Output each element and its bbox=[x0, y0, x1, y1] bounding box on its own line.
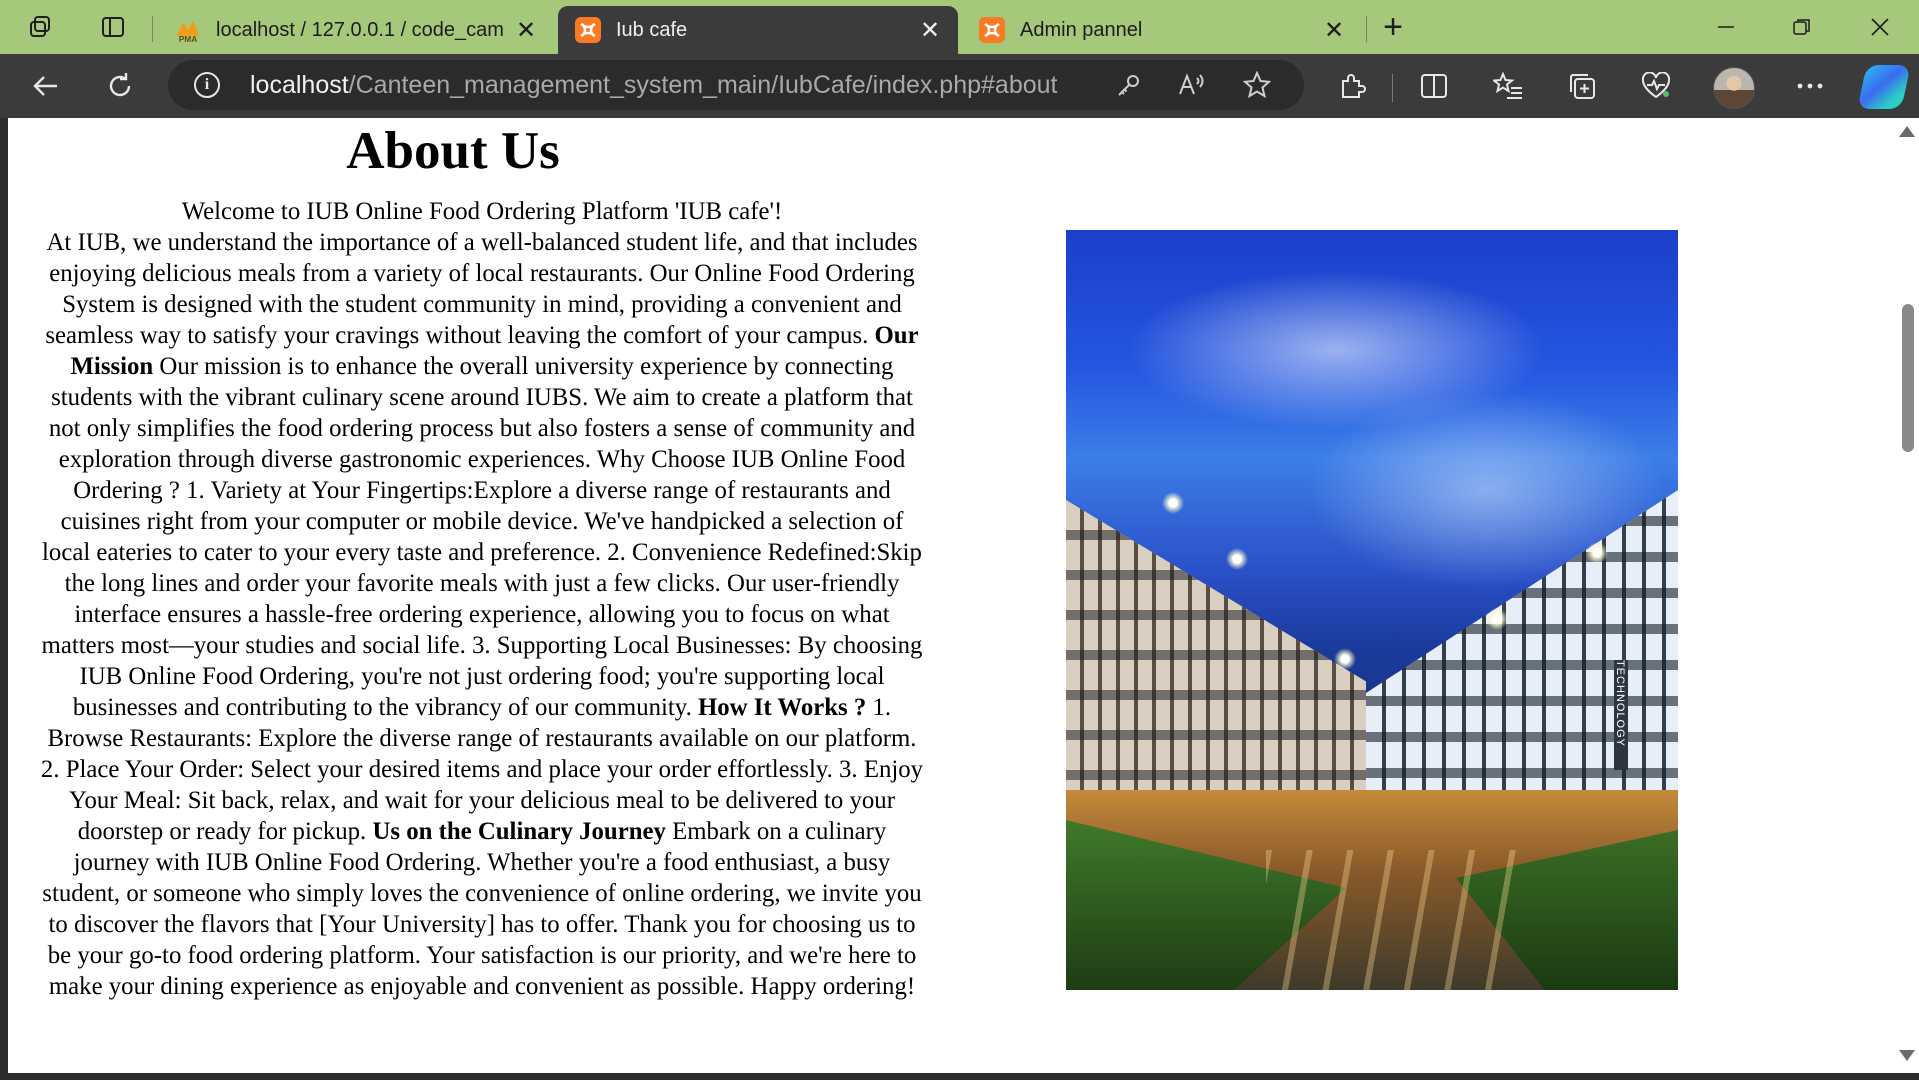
xampp-icon bbox=[978, 16, 1006, 44]
refresh-icon[interactable] bbox=[102, 68, 138, 104]
image-lamp bbox=[1586, 542, 1608, 564]
how-it-works-heading: How It Works ? bbox=[697, 694, 867, 721]
about-text: Welcome to IUB Online Food Ordering Plat… bbox=[38, 196, 926, 1002]
favorites-list-icon[interactable] bbox=[1490, 68, 1526, 104]
tab-title: Iub cafe bbox=[616, 18, 688, 41]
workspaces-icon[interactable] bbox=[26, 12, 56, 42]
xampp-icon bbox=[574, 16, 602, 44]
url-text[interactable]: localhost/Canteen_management_system_main… bbox=[250, 71, 1057, 100]
toolbar-divider bbox=[1392, 74, 1393, 102]
image-lamp bbox=[1226, 548, 1248, 570]
image-building-sign-text: TECHNOLOGY bbox=[1614, 660, 1626, 748]
image-lamp bbox=[1334, 648, 1356, 670]
tab-strip: PMA localhost / 127.0.0.1 / code_camp ✕ … bbox=[0, 0, 1919, 54]
tab-title: localhost / 127.0.0.1 / code_camp bbox=[216, 18, 504, 41]
site-info-icon[interactable]: i bbox=[194, 72, 220, 98]
about-intro: Welcome to IUB Online Food Ordering Plat… bbox=[181, 198, 783, 225]
back-arrow-icon[interactable] bbox=[28, 68, 64, 104]
tab-phpmyadmin[interactable]: PMA localhost / 127.0.0.1 / code_camp ✕ bbox=[158, 6, 554, 54]
scrollbar-thumb[interactable] bbox=[1902, 304, 1914, 452]
browser-essentials-icon[interactable] bbox=[1638, 68, 1674, 104]
phpmyadmin-favicon-label: PMA bbox=[179, 34, 198, 44]
close-tab-icon[interactable]: ✕ bbox=[1322, 17, 1346, 44]
image-lamp bbox=[1162, 492, 1184, 514]
split-screen-icon[interactable] bbox=[1416, 68, 1452, 104]
image-tiles bbox=[1266, 850, 1526, 990]
favorite-star-icon[interactable] bbox=[1240, 68, 1274, 102]
tab-admin-pannel[interactable]: Admin pannel ✕ bbox=[962, 6, 1362, 54]
minimize-icon[interactable] bbox=[1706, 8, 1746, 46]
page-viewport: About Us Welcome to IUB Online Food Orde… bbox=[8, 118, 1919, 1073]
page-scrollbar[interactable] bbox=[1897, 118, 1919, 1073]
read-aloud-icon[interactable] bbox=[1176, 68, 1210, 102]
address-bar[interactable]: i localhost/Canteen_management_system_ma… bbox=[168, 60, 1304, 110]
password-key-icon[interactable] bbox=[1112, 68, 1146, 102]
journey-heading: Us on the Culinary Journey bbox=[372, 818, 666, 845]
campus-image: TECHNOLOGY bbox=[1066, 230, 1678, 990]
url-host: localhost bbox=[250, 71, 349, 99]
about-heading: About Us bbox=[346, 122, 560, 180]
tab-iub-cafe[interactable]: Iub cafe ✕ bbox=[558, 6, 958, 54]
profile-avatar[interactable] bbox=[1713, 67, 1755, 109]
tab-separator bbox=[152, 16, 153, 42]
journey-text: Embark on a culinary journey with IUB On… bbox=[42, 818, 922, 1000]
close-tab-icon[interactable]: ✕ bbox=[514, 17, 538, 44]
browser-toolbar: i localhost/Canteen_management_system_ma… bbox=[0, 54, 1919, 118]
more-options-icon[interactable] bbox=[1792, 68, 1828, 104]
collections-icon[interactable] bbox=[1564, 68, 1600, 104]
mission-text: Our mission is to enhance the overall un… bbox=[41, 353, 923, 721]
tab-separator bbox=[1366, 16, 1367, 42]
scroll-down-arrow-icon[interactable] bbox=[1899, 1050, 1915, 1061]
about-paragraph: At IUB, we understand the importance of … bbox=[45, 229, 918, 349]
restore-icon[interactable] bbox=[1782, 8, 1822, 46]
extensions-icon[interactable] bbox=[1334, 68, 1370, 104]
scroll-up-arrow-icon[interactable] bbox=[1899, 126, 1915, 137]
tab-title: Admin pannel bbox=[1020, 18, 1143, 41]
phpmyadmin-icon: PMA bbox=[174, 16, 202, 44]
window-close-icon[interactable] bbox=[1860, 8, 1900, 46]
new-tab-plus-icon[interactable]: + bbox=[1376, 8, 1410, 46]
url-path: /Canteen_management_system_main/IubCafe/… bbox=[348, 71, 1058, 99]
vertical-tabs-icon[interactable] bbox=[98, 12, 128, 42]
image-building-sign: TECHNOLOGY bbox=[1614, 660, 1628, 770]
image-lamp bbox=[1486, 608, 1508, 630]
close-tab-icon[interactable]: ✕ bbox=[918, 17, 942, 44]
